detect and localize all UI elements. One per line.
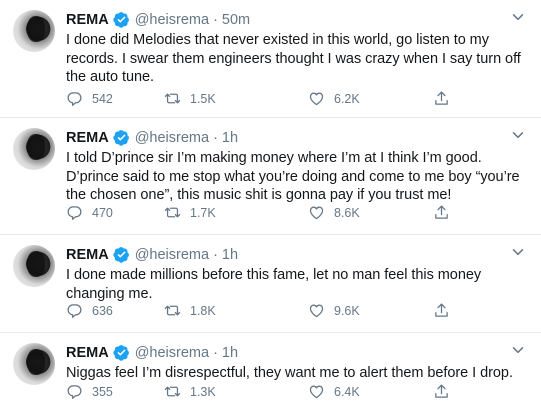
tweet-header: REMA @heisrema · 1h	[66, 245, 238, 264]
chevron-down-icon[interactable]	[509, 243, 527, 261]
separator-dot: ·	[213, 129, 218, 146]
tweet-text: I told D’prince sir I’m making money whe…	[66, 150, 520, 204]
tweet[interactable]: REMA @heisrema · 50m I done did Melodies…	[0, 0, 541, 118]
tweet-header: REMA @heisrema · 1h	[66, 128, 238, 147]
verified-badge-icon	[113, 345, 129, 361]
author-handle[interactable]: @heisrema	[135, 130, 209, 146]
separator-dot: ·	[213, 344, 218, 361]
heart-icon	[309, 206, 324, 220]
tweet-text: Niggas feel I’m disrespectful, they want…	[66, 365, 513, 381]
heart-icon	[309, 385, 324, 399]
retweet-count: 1.5K	[190, 91, 216, 106]
tweet-text: I done did Melodies that never existed i…	[66, 32, 521, 86]
chevron-down-icon[interactable]	[509, 8, 527, 26]
reply-count: 355	[92, 384, 113, 399]
timestamp[interactable]: 1h	[222, 345, 238, 361]
share-button[interactable]	[433, 383, 450, 400]
share-icon	[435, 91, 448, 105]
share-icon	[435, 303, 448, 317]
avatar[interactable]	[13, 128, 55, 170]
author-handle[interactable]: @heisrema	[135, 345, 209, 361]
like-button[interactable]: 8.6K	[308, 204, 360, 221]
separator-dot: ·	[213, 11, 218, 28]
retweet-count: 1.7K	[190, 205, 216, 220]
share-icon	[435, 384, 448, 398]
retweet-count: 1.8K	[190, 303, 216, 318]
retweet-icon	[164, 386, 181, 397]
verified-badge-icon	[113, 247, 129, 263]
heart-icon	[309, 92, 324, 106]
author-name[interactable]: REMA	[66, 247, 109, 263]
like-count: 6.2K	[334, 91, 360, 106]
avatar[interactable]	[13, 245, 55, 287]
tweet-header: REMA @heisrema · 50m	[66, 10, 250, 29]
author-handle[interactable]: @heisrema	[135, 247, 209, 263]
retweet-icon	[164, 207, 181, 218]
author-handle[interactable]: @heisrema	[135, 12, 209, 28]
timestamp[interactable]: 1h	[222, 130, 238, 146]
share-button[interactable]	[433, 90, 450, 107]
like-button[interactable]: 6.4K	[308, 383, 360, 400]
reply-count: 542	[92, 91, 113, 106]
share-button[interactable]	[433, 204, 450, 221]
avatar[interactable]	[13, 10, 55, 52]
retweet-count: 1.3K	[190, 384, 216, 399]
reply-button[interactable]: 636	[66, 302, 113, 319]
timestamp[interactable]: 1h	[222, 247, 238, 263]
author-name[interactable]: REMA	[66, 345, 109, 361]
tweet-text: I done made millions before this fame, l…	[66, 267, 482, 302]
tweet-actions: 355 1.3K 6.4K	[66, 383, 466, 403]
chevron-down-icon[interactable]	[509, 126, 527, 144]
reply-button[interactable]: 470	[66, 204, 113, 221]
tweet-actions: 470 1.7K 8.6K	[66, 204, 466, 224]
reply-button[interactable]: 542	[66, 90, 113, 107]
like-count: 8.6K	[334, 205, 360, 220]
retweet-button[interactable]: 1.5K	[164, 90, 216, 107]
tweet[interactable]: REMA @heisrema · 1h Niggas feel I’m disr…	[0, 333, 541, 412]
reply-count: 636	[92, 303, 113, 318]
verified-badge-icon	[113, 12, 129, 28]
retweet-icon	[164, 93, 181, 104]
like-count: 9.6K	[334, 303, 360, 318]
author-name[interactable]: REMA	[66, 130, 109, 146]
chevron-down-icon[interactable]	[509, 341, 527, 359]
tweet[interactable]: REMA @heisrema · 1h I told D’prince sir …	[0, 118, 541, 235]
tweet-header: REMA @heisrema · 1h	[66, 343, 238, 362]
like-button[interactable]: 6.2K	[308, 90, 360, 107]
retweet-button[interactable]: 1.7K	[164, 204, 216, 221]
tweet[interactable]: REMA @heisrema · 1h I done made millions…	[0, 235, 541, 333]
tweet-actions: 542 1.5K 6.2K	[66, 90, 466, 110]
reply-icon	[67, 385, 82, 399]
like-count: 6.4K	[334, 384, 360, 399]
verified-badge-icon	[113, 130, 129, 146]
reply-icon	[67, 206, 82, 220]
avatar[interactable]	[13, 343, 55, 385]
reply-icon	[67, 92, 82, 106]
tweet-actions: 636 1.8K 9.6K	[66, 302, 466, 322]
reply-button[interactable]: 355	[66, 383, 113, 400]
like-button[interactable]: 9.6K	[308, 302, 360, 319]
reply-count: 470	[92, 205, 113, 220]
heart-icon	[309, 304, 324, 318]
retweet-icon	[164, 305, 181, 316]
timestamp[interactable]: 50m	[222, 12, 250, 28]
separator-dot: ·	[213, 246, 218, 263]
author-name[interactable]: REMA	[66, 12, 109, 28]
retweet-button[interactable]: 1.8K	[164, 302, 216, 319]
reply-icon	[67, 304, 82, 318]
tweet-feed: REMA @heisrema · 50m I done did Melodies…	[0, 0, 541, 412]
share-button[interactable]	[433, 302, 450, 319]
retweet-button[interactable]: 1.3K	[164, 383, 216, 400]
share-icon	[435, 205, 448, 219]
